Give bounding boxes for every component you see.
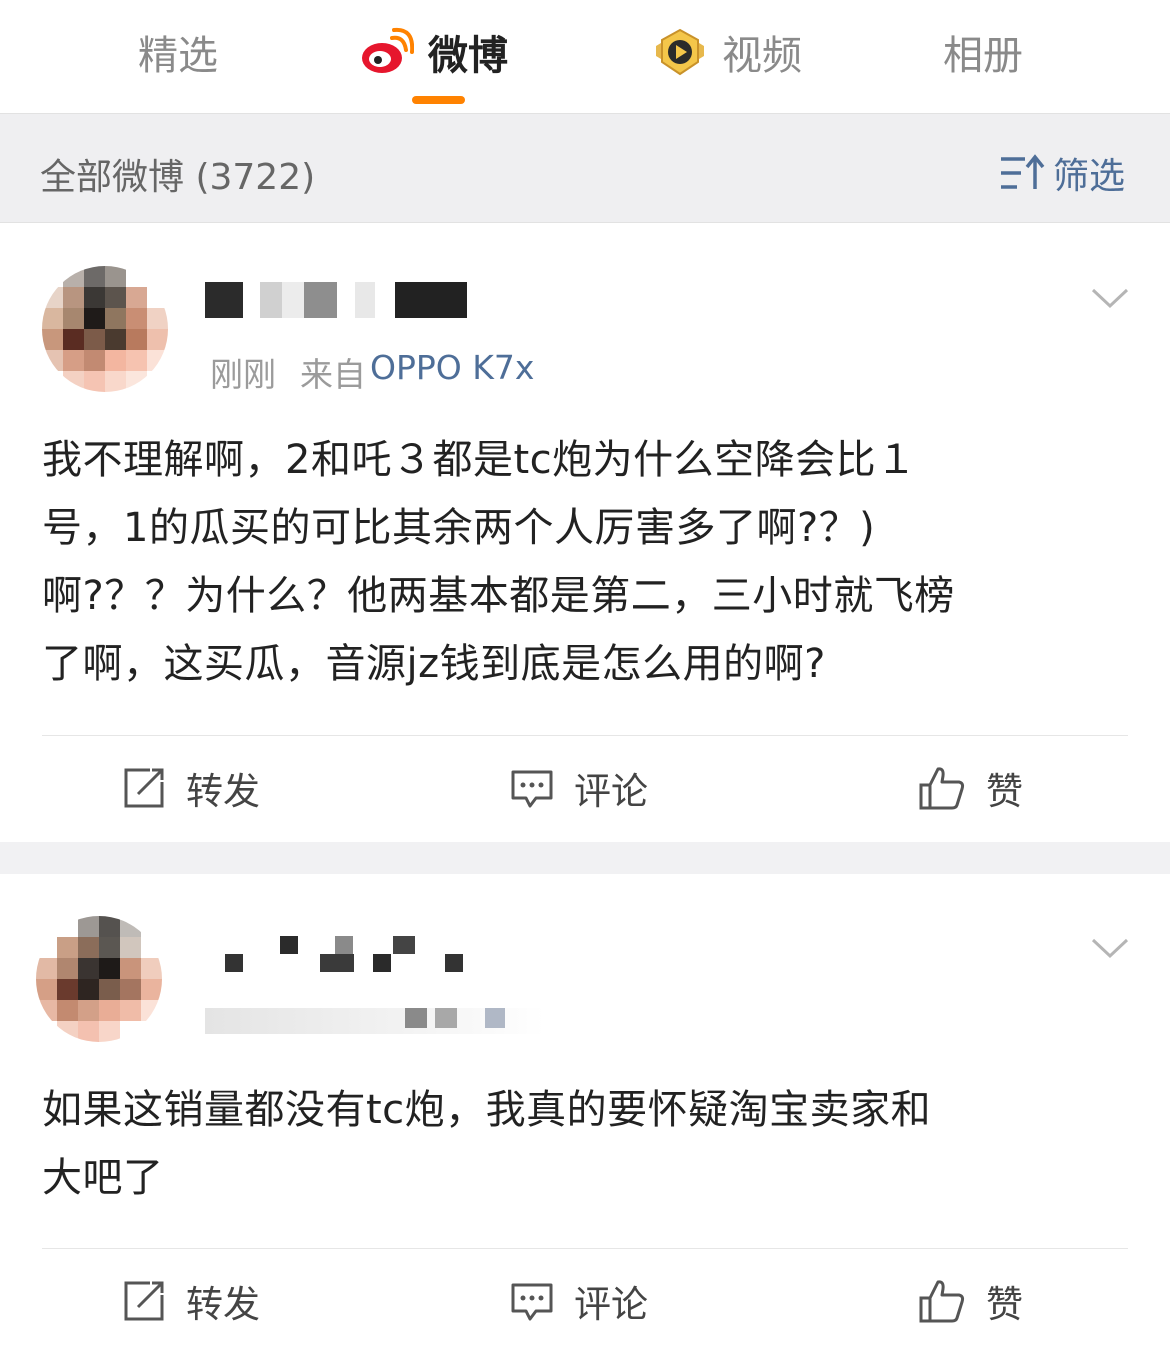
post-source[interactable]: OPPO K7x [370,348,534,396]
post-meta-blurred [205,1000,545,1036]
tab-label: 精选 [138,33,218,79]
thumbs-up-icon [919,767,965,810]
repost-label: 转发 [186,770,260,813]
weibo-post: 如果这销量都没有tc炮，我真的要怀疑淘宝卖家和 大吧了 转发 评论 赞 [0,874,1170,1366]
tab-weibo[interactable]: 微博 [358,22,508,82]
tab-video[interactable]: 视频 [652,22,802,82]
divider [42,735,1128,736]
chevron-down-icon[interactable] [1090,286,1130,310]
comment-icon [511,770,553,808]
comment-label: 评论 [574,770,648,813]
repost-button[interactable]: 转发 [122,748,260,828]
filter-button[interactable]: 筛选 [999,147,1125,199]
like-button[interactable]: 赞 [918,748,1023,828]
post-time: 刚刚 [210,355,276,394]
tab-label: 微博 [428,33,508,79]
weibo-post: 刚刚 来自 OPPO K7x 我不理解啊，2和吒３都是tc炮为什么空降会比１ 号… [0,224,1170,842]
repost-icon [124,1281,164,1321]
tab-album[interactable]: 相册 [943,22,1023,82]
post-text: 我不理解啊，2和吒３都是tc炮为什么空降会比１ 号，1的瓜买的可比其余两个人厉害… [42,437,955,687]
username-blurred[interactable] [205,282,485,322]
feed-subheader: 全部微博 (3722) 筛选 [0,113,1170,223]
like-label: 赞 [986,770,1023,813]
post-actions: 转发 评论 赞 [0,1261,1170,1341]
repost-label: 转发 [186,1283,260,1326]
sort-filter-icon [1000,154,1045,189]
tab-label: 视频 [722,33,802,79]
filter-label: 筛选 [1052,156,1125,197]
comment-button[interactable]: 评论 [510,748,648,828]
post-actions: 转发 评论 赞 [0,748,1170,828]
video-badge-icon [656,28,704,76]
all-posts-count: 全部微博 (3722) [40,157,316,198]
username-blurred[interactable] [205,936,495,976]
top-tab-bar: 精选 微博 视频 相册 [0,0,1170,113]
comment-icon [511,1283,553,1321]
like-button[interactable]: 赞 [918,1261,1023,1341]
source-prefix: 来自 [300,355,366,394]
like-label: 赞 [986,1283,1023,1326]
avatar[interactable] [36,916,162,1042]
tab-featured[interactable]: 精选 [138,22,218,82]
active-tab-indicator [412,96,465,104]
weibo-logo-icon [362,27,414,73]
avatar[interactable] [42,266,168,392]
comment-button[interactable]: 评论 [510,1261,648,1341]
repost-button[interactable]: 转发 [122,1261,260,1341]
post-text: 如果这销量都没有tc炮，我真的要怀疑淘宝卖家和 大吧了 [42,1087,932,1201]
divider [42,1248,1128,1249]
repost-icon [124,768,164,808]
post-separator [0,842,1170,874]
thumbs-up-icon [919,1280,965,1323]
post-meta: 刚刚 来自 OPPO K7x [210,348,534,396]
chevron-down-icon[interactable] [1090,936,1130,960]
comment-label: 评论 [574,1283,648,1326]
tab-label: 相册 [943,33,1023,79]
